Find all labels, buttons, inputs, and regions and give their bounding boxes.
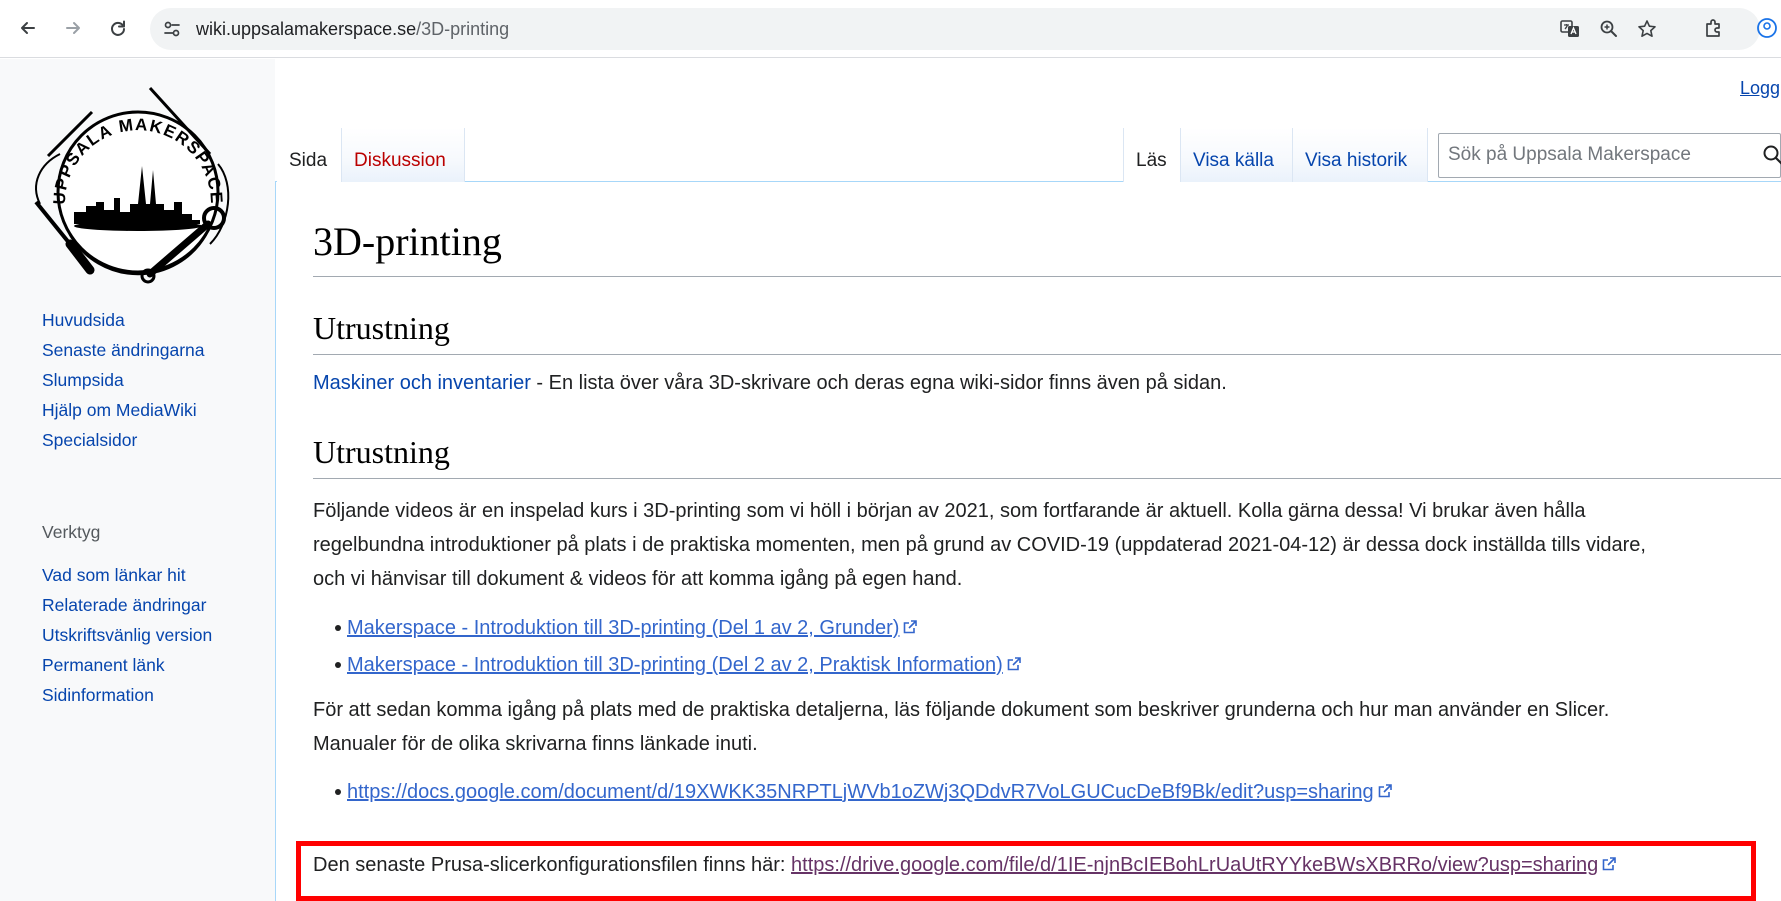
- sidebar-item-slumpsida[interactable]: Slumpsida: [42, 365, 204, 395]
- sidebar-item-hjalp[interactable]: Hjälp om MediaWiki: [42, 395, 204, 425]
- tab-sida[interactable]: Sida: [277, 128, 342, 182]
- search-icon[interactable]: [1762, 144, 1781, 166]
- docs-line-2: Manualer för de olika skrivarna finns lä…: [313, 733, 758, 755]
- section-heading-1: Utrustning: [313, 310, 450, 346]
- star-icon: [1638, 20, 1656, 37]
- docs-line-1: För att sedan komma igång på plats med d…: [313, 699, 1610, 721]
- section-rule-1: [313, 354, 1781, 355]
- search-placeholder: Sök på Uppsala Makerspace: [1448, 144, 1691, 165]
- address-bar[interactable]: wiki.uppsalamakerspace.se/3D-printing: [150, 8, 1760, 50]
- external-link-icon: [904, 620, 918, 634]
- tab-las[interactable]: Läs: [1123, 128, 1181, 182]
- sidebar-item-senaste-andringarna[interactable]: Senaste ändringarna: [42, 335, 204, 365]
- reload-icon: [111, 20, 125, 36]
- tab-visa-historik[interactable]: Visa historik: [1293, 128, 1428, 182]
- bullet: [335, 625, 341, 631]
- sidebar-navigation: Huvudsida Senaste ändringarna Slumpsida …: [42, 305, 204, 455]
- sidebar-tools: Vad som länkar hit Relaterade ändringar …: [42, 560, 212, 710]
- tab-sida-label: Sida: [289, 150, 328, 171]
- sidebar-item-relaterade-andringar[interactable]: Relaterade ändringar: [42, 590, 212, 620]
- reload-button[interactable]: [100, 10, 136, 46]
- sidebar-item-utskriftsvanlig-version[interactable]: Utskriftsvänlig version: [42, 620, 212, 650]
- tab-visa-kalla-label: Visa källa: [1193, 150, 1274, 171]
- video-link-2[interactable]: Makerspace - Introduktion till 3D-printi…: [347, 654, 1003, 676]
- bullet: [335, 789, 341, 795]
- intro-line-1: Följande videos är en inspelad kurs i 3D…: [313, 500, 1586, 522]
- profile-button[interactable]: [1755, 16, 1779, 40]
- tools-heading: Verktyg: [42, 522, 101, 542]
- list-item: Makerspace - Introduktion till 3D-printi…: [347, 611, 918, 645]
- puzzle-icon: [1706, 19, 1720, 37]
- list-item: https://docs.google.com/document/d/19XWK…: [347, 775, 1393, 809]
- highlight-box: [296, 841, 1756, 901]
- search-input[interactable]: Sök på Uppsala Makerspace: [1438, 133, 1781, 178]
- page-title: 3D-printing: [313, 219, 502, 264]
- intro-line-3: och vi hänvisar till dokument & videos f…: [313, 568, 963, 590]
- machines-link[interactable]: Maskiner och inventarier: [313, 372, 531, 394]
- makerspace-logo[interactable]: UPPSALA MAKERSPACE: [30, 74, 245, 296]
- bullet: [335, 662, 341, 668]
- title-rule: [313, 276, 1781, 277]
- bookmark-button[interactable]: [1635, 17, 1659, 41]
- sidebar-item-vad-som-lankar-hit[interactable]: Vad som länkar hit: [42, 560, 212, 590]
- login-link[interactable]: Logg: [1740, 78, 1780, 99]
- translate-button[interactable]: [1558, 17, 1582, 41]
- equipment-text: - En lista över våra 3D-skrivare och der…: [530, 372, 1227, 394]
- tab-las-label: Läs: [1136, 150, 1167, 171]
- extensions-button[interactable]: [1702, 16, 1726, 40]
- back-button[interactable]: [10, 10, 46, 46]
- sidebar-item-specialsidor[interactable]: Specialsidor: [42, 425, 204, 455]
- video-link-1[interactable]: Makerspace - Introduktion till 3D-printi…: [347, 617, 899, 639]
- site-settings-icon[interactable]: [162, 19, 182, 39]
- browser-toolbar: wiki.uppsalamakerspace.se/3D-printing: [0, 0, 1781, 58]
- list-item: Makerspace - Introduktion till 3D-printi…: [347, 648, 1022, 682]
- url-domain: wiki.uppsalamakerspace.se: [196, 19, 417, 39]
- url-text: wiki.uppsalamakerspace.se/3D-printing: [196, 19, 509, 40]
- forward-button[interactable]: [55, 10, 91, 46]
- external-link-icon: [1007, 657, 1021, 671]
- equipment-paragraph: Maskiner och inventarier - En lista över…: [313, 366, 1227, 400]
- profile-icon: [1757, 18, 1777, 38]
- zoom-icon: [1600, 20, 1617, 37]
- zoom-button[interactable]: [1597, 17, 1621, 41]
- translate-icon: [1560, 20, 1579, 37]
- intro-line-2: regelbundna introduktioner på plats i de…: [313, 534, 1646, 556]
- tab-diskussion[interactable]: Diskussion: [342, 128, 465, 182]
- arrow-right-icon: [66, 22, 80, 34]
- sidebar-item-huvudsida[interactable]: Huvudsida: [42, 305, 204, 335]
- tab-visa-kalla[interactable]: Visa källa: [1181, 128, 1293, 182]
- section-heading-2: Utrustning: [313, 434, 450, 470]
- tab-diskussion-label: Diskussion: [354, 150, 446, 171]
- sidebar-item-sidinformation[interactable]: Sidinformation: [42, 680, 212, 710]
- docs-link[interactable]: https://docs.google.com/document/d/19XWK…: [347, 781, 1374, 803]
- sidebar-item-permanent-lank[interactable]: Permanent länk: [42, 650, 212, 680]
- tab-visa-historik-label: Visa historik: [1305, 150, 1408, 171]
- arrow-left-icon: [21, 22, 35, 34]
- main-content: 3D-printing Utrustning Maskiner och inve…: [275, 182, 1781, 901]
- external-link-icon: [1378, 784, 1392, 798]
- url-path: /3D-printing: [416, 19, 510, 39]
- section-rule-2: [313, 478, 1781, 479]
